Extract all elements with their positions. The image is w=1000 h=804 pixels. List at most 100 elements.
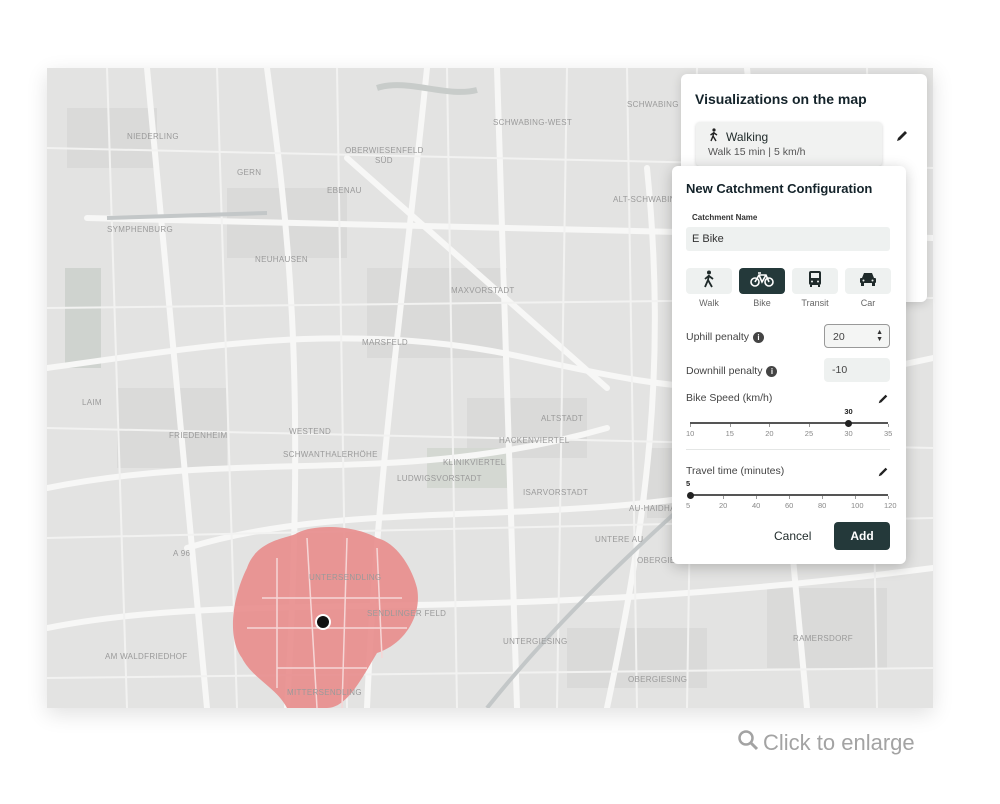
- location-pin[interactable]: [315, 614, 331, 630]
- pencil-icon[interactable]: [895, 129, 909, 143]
- slider-value-label: 5: [686, 479, 691, 488]
- map-label: SCHWABING-WEST: [493, 118, 573, 127]
- map-label: SCHWABING: [627, 100, 679, 109]
- enlarge-label: Click to enlarge: [763, 730, 915, 755]
- mode-bike-button[interactable]: [739, 268, 785, 294]
- slider-tick-mark: [690, 424, 691, 427]
- slider-tick-mark: [822, 496, 823, 499]
- slider-tick-label: 5: [686, 501, 691, 510]
- slider-tick-mark: [756, 496, 757, 499]
- card-subtitle: Walk 15 min | 5 km/h: [708, 146, 806, 158]
- slider-thumb[interactable]: [686, 491, 694, 499]
- uphill-penalty-input[interactable]: 20 ▲ ▼: [824, 324, 890, 348]
- catchment-config-panel: New Catchment Configuration Catchment Na…: [672, 166, 906, 564]
- map-label: SENDLINGER FELD: [367, 609, 447, 618]
- add-button[interactable]: Add: [834, 522, 890, 550]
- map-label: RAMERSDORF: [793, 634, 853, 643]
- slider-tick-label: 20: [719, 501, 728, 510]
- uphill-penalty-value: 20: [833, 331, 845, 343]
- mode-transit-label: Transit: [801, 298, 829, 308]
- pencil-icon[interactable]: [877, 465, 891, 479]
- info-icon[interactable]: i: [753, 331, 765, 343]
- bus-icon: [808, 270, 822, 293]
- stepper-arrows-icon[interactable]: ▲ ▼: [876, 329, 883, 343]
- bike-speed-label: Bike Speed (km/h): [686, 392, 773, 404]
- click-to-enlarge-link[interactable]: Click to enlarge: [737, 729, 915, 757]
- walk-icon: [702, 270, 716, 293]
- map-label: UNTERE AU: [595, 535, 644, 544]
- map-label: OBERGIESING: [628, 675, 688, 684]
- map-label: ISARVORSTADT: [523, 488, 589, 497]
- slider-tick-label: 100: [851, 501, 864, 510]
- uphill-penalty-row: Uphill penalty i: [686, 331, 765, 343]
- map-label: WESTEND: [289, 427, 332, 436]
- card-title: Walking: [726, 130, 769, 144]
- slider-track[interactable]: [690, 422, 888, 424]
- map-label: MARSFELD: [362, 338, 408, 347]
- mode-car-button[interactable]: [845, 268, 891, 294]
- slider-tick-label: 25: [804, 429, 814, 438]
- info-icon[interactable]: i: [766, 365, 778, 377]
- map-label: KLINIKVIERTEL: [443, 458, 506, 467]
- downhill-penalty-input[interactable]: -10: [824, 358, 890, 382]
- slider-tick-mark: [888, 496, 889, 499]
- mode-transit-button[interactable]: [792, 268, 838, 294]
- downhill-penalty-value: -10: [832, 364, 848, 376]
- catchment-name-input[interactable]: [686, 227, 890, 251]
- map-label: SÜD: [375, 156, 393, 165]
- mode-walk-label: Walk: [699, 298, 719, 308]
- map-label: SCHWANTHALERHÖHE: [283, 450, 378, 459]
- pencil-icon[interactable]: [877, 392, 891, 406]
- slider-thumb[interactable]: [844, 419, 852, 427]
- map-label: GERN: [237, 168, 262, 177]
- map-label: EBENAU: [327, 186, 362, 195]
- slider-tick-label: 10: [686, 429, 695, 438]
- map-label: LAIM: [82, 398, 102, 407]
- map-label: HACKENVIERTEL: [499, 436, 570, 445]
- map-label: MITTERSENDLING: [287, 688, 362, 697]
- slider-tick-label: 80: [818, 501, 827, 510]
- car-icon: [859, 272, 877, 291]
- cancel-button[interactable]: Cancel: [768, 528, 817, 544]
- mode-selector: Walk Bike Transit Car: [686, 268, 892, 312]
- slider-tick-mark: [888, 424, 889, 427]
- panel-title: Visualizations on the map: [695, 91, 867, 107]
- map-label: FRIEDENHEIM: [169, 431, 228, 440]
- slider-tick-label: 40: [752, 501, 761, 510]
- map-label: ALTSTADT: [541, 414, 584, 423]
- slider-tick-label: 20: [765, 429, 774, 438]
- map-label: MAXVORSTADT: [451, 286, 515, 295]
- map-label: NEUHAUSEN: [255, 255, 308, 264]
- slider-tick-mark: [723, 496, 724, 499]
- slider-tick-label: 60: [785, 501, 794, 510]
- travel-time-label: Travel time (minutes): [686, 465, 785, 477]
- catchment-name-label: Catchment Name: [692, 213, 758, 222]
- downhill-penalty-label: Downhill penalty: [686, 365, 763, 377]
- visualization-card-walking[interactable]: Walking Walk 15 min | 5 km/h: [696, 122, 882, 166]
- mode-walk-button[interactable]: [686, 268, 732, 294]
- slider-tick-label: 15: [725, 429, 734, 438]
- map-label: NIEDERLING: [127, 132, 179, 141]
- slider-tick-mark: [769, 424, 771, 427]
- map-label: UNTERSENDLING: [309, 573, 382, 582]
- bike-icon: [750, 271, 774, 292]
- slider-value-label: 30: [844, 407, 853, 416]
- magnifier-icon: [737, 729, 759, 757]
- slider-tick-mark: [808, 424, 810, 427]
- mode-car-label: Car: [860, 298, 876, 308]
- road-label: A 96: [173, 549, 191, 558]
- slider-tick-mark: [729, 424, 731, 427]
- map-label: UNTERGIESING: [503, 637, 568, 646]
- slider-tick-label: 30: [844, 429, 853, 438]
- map-label: OBERWIESENFELD: [345, 146, 424, 155]
- downhill-penalty-row: Downhill penalty i: [686, 365, 778, 377]
- uphill-penalty-label: Uphill penalty: [686, 331, 750, 343]
- walking-icon: [708, 128, 720, 147]
- slider-tick-mark: [789, 496, 790, 499]
- slider-tick-label: 120: [884, 501, 897, 510]
- mode-bike-label: Bike: [753, 298, 771, 308]
- map-label: AM WALDFRIEDHOF: [105, 652, 188, 661]
- map-label: LUDWIGSVORSTADT: [397, 474, 482, 483]
- map-label: SYMPHENBURG: [107, 225, 173, 234]
- divider: [686, 449, 890, 450]
